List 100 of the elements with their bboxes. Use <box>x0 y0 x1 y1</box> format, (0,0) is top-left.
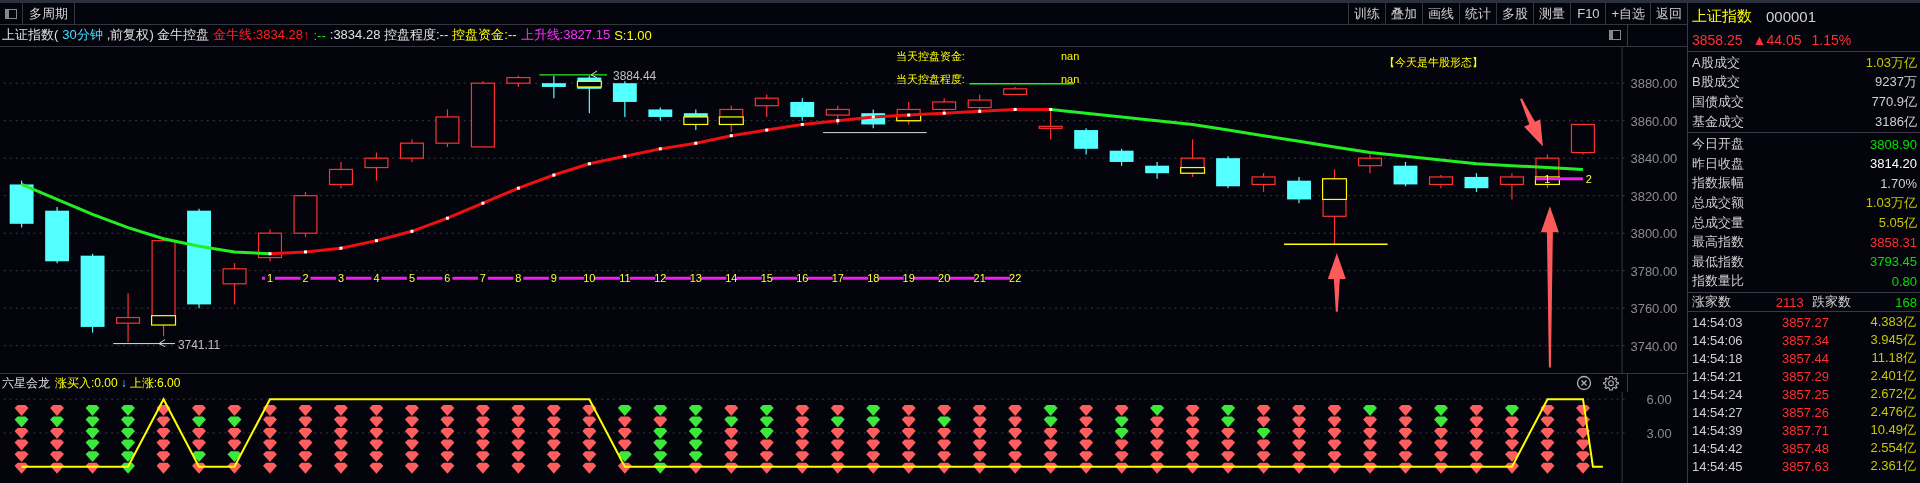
candlestick <box>1393 161 1418 187</box>
trade-amount: 2.554亿 <box>1869 439 1916 458</box>
panel-toggle-icon[interactable] <box>5 8 17 19</box>
toolbar-button[interactable]: +自选 <box>1605 3 1650 24</box>
candlestick <box>1145 161 1170 180</box>
trade-price: 3857.44 <box>1782 350 1830 366</box>
toolbar-button[interactable]: 叠加 <box>1385 3 1423 24</box>
stat-value: 9237万 <box>1875 73 1917 92</box>
stat-label: 最高指数 <box>1692 233 1744 252</box>
toolbar-button[interactable]: F10 <box>1570 3 1606 24</box>
candlestick <box>1464 172 1489 193</box>
indicator-value: ↓ <box>120 376 127 391</box>
candlestick <box>754 93 779 118</box>
leader-line <box>538 70 608 79</box>
legend-text: 上升线:3827.15 <box>520 26 611 45</box>
candlestick <box>576 75 602 114</box>
count-label: 11 <box>619 272 631 285</box>
count-label: 8 <box>515 272 522 285</box>
trade-amount: 3.945亿 <box>1869 331 1916 350</box>
stat-value: 3808.90 <box>1870 136 1917 152</box>
legend-text: 上证指数( <box>2 26 59 45</box>
trade-time: 14:54:45 <box>1692 458 1744 474</box>
stat-value: 3858.31 <box>1870 234 1917 250</box>
toolbar-button[interactable]: 训练 <box>1348 3 1386 24</box>
close-icon[interactable] <box>1576 375 1592 392</box>
stat-label: 指数量比 <box>1692 272 1744 291</box>
indicator-name: 六星会龙 <box>2 374 50 392</box>
candlestick <box>399 138 424 163</box>
trade-amount: 11.18亿 <box>1870 349 1916 368</box>
pattern-note: 【今天是牛股形态】 <box>1383 55 1483 68</box>
candlestick <box>1003 86 1028 95</box>
legend-text: S:1.00 <box>614 27 652 43</box>
stat-value: 0.80 <box>1891 273 1917 289</box>
stat-label: B股成交 <box>1692 73 1740 92</box>
legend-text: 控盘资金:-- <box>452 26 517 45</box>
trade-price: 3857.27 <box>1782 314 1830 330</box>
trade-time: 14:54:42 <box>1692 440 1744 456</box>
count-label: 3 <box>337 272 344 285</box>
stat-value: 5.05亿 <box>1878 213 1917 232</box>
note-label: 当天控盘程度: <box>895 72 965 85</box>
toolbar-button[interactable]: 测量 <box>1533 3 1571 24</box>
count-label: 5 <box>408 272 415 285</box>
indicator-value: 上涨:6.00 <box>129 374 181 392</box>
axis-label: 3820.00 <box>1630 188 1678 204</box>
count-label: 13 <box>689 272 702 285</box>
leader-line <box>112 339 176 347</box>
stat-value: 1.03万亿 <box>1865 193 1917 212</box>
candlestick <box>718 105 744 133</box>
panel-toggle-icon[interactable] <box>1609 30 1621 41</box>
count-label: 2 <box>302 272 309 285</box>
candlestick <box>612 80 637 118</box>
count-label: 16 <box>796 272 809 285</box>
toolbar-button[interactable]: 画线 <box>1422 3 1460 24</box>
legend-text: 30分钟 <box>62 26 103 45</box>
annotation-arrow <box>1327 253 1346 312</box>
axis-label: 3860.00 <box>1630 113 1678 129</box>
price-label: 3884.44 <box>613 68 657 83</box>
index-price: 3858.25 <box>1692 32 1743 48</box>
candlestick <box>293 191 318 238</box>
toolbar-button[interactable]: 统计 <box>1459 3 1497 24</box>
candlestick <box>257 228 283 262</box>
index-percent: 1.15% <box>1811 32 1852 48</box>
candlestick <box>932 97 957 114</box>
count-label: 9 <box>550 272 557 285</box>
count-line <box>1535 177 1583 181</box>
toolbar-button[interactable]: 返回 <box>1650 3 1687 24</box>
trade-time: 14:54:03 <box>1692 314 1744 330</box>
candlestick <box>1038 108 1063 140</box>
count-label: 2 <box>1585 172 1592 185</box>
trade-amount: 2.672亿 <box>1869 385 1916 404</box>
candlestick <box>825 105 850 125</box>
count-label: 22 <box>1009 272 1022 285</box>
legend-text: ,前复权) 金牛控盘 <box>106 26 210 45</box>
stat-value: 168 <box>1895 294 1917 310</box>
candlestick <box>364 151 389 182</box>
trade-time: 14:54:27 <box>1692 404 1744 420</box>
candlestick <box>790 97 815 122</box>
legend-text: :3834.28 控盘程度:-- <box>329 26 449 45</box>
stat-value: 1.70% <box>1880 175 1917 191</box>
axis-label: 3840.00 <box>1630 151 1678 167</box>
toolbar-button[interactable]: 多股 <box>1496 3 1534 24</box>
trade-time: 14:54:39 <box>1692 422 1744 438</box>
trade-time: 14:54:18 <box>1692 350 1744 366</box>
count-label: 21 <box>973 272 986 285</box>
candlestick <box>648 106 673 122</box>
candlestick <box>1287 176 1311 204</box>
trade-amount: 2.401亿 <box>1869 367 1916 386</box>
settings-icon[interactable] <box>1603 375 1619 392</box>
candlestick <box>1109 148 1134 167</box>
tab[interactable]: 多周期 <box>22 3 75 24</box>
trade-price: 3857.29 <box>1782 368 1830 384</box>
stat-label: A股成交 <box>1692 53 1740 72</box>
note-value: nan <box>1061 72 1080 85</box>
trade-price: 3857.63 <box>1782 458 1830 474</box>
count-label: 4 <box>373 272 380 285</box>
stat-label: 总成交额 <box>1692 193 1744 212</box>
candlestick <box>506 75 531 88</box>
trade-time: 14:54:06 <box>1692 332 1744 348</box>
trade-price: 3857.34 <box>1782 332 1830 348</box>
count-label: 20 <box>938 272 951 285</box>
